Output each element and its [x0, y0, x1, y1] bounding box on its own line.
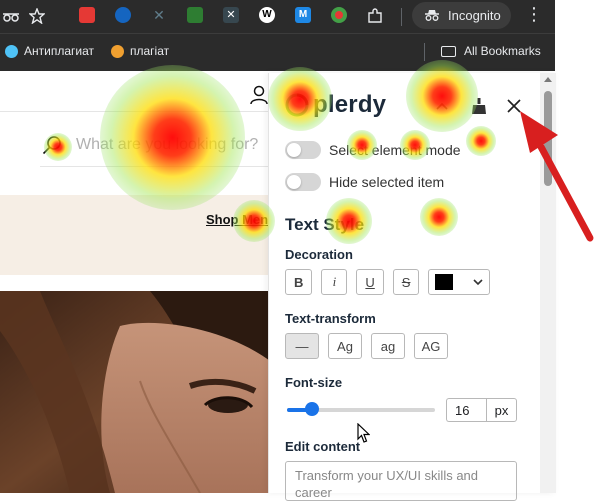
folder-icon — [441, 45, 456, 57]
user-account-icon[interactable] — [250, 85, 268, 105]
bookmark-antiplagiat[interactable]: Антиплагиат — [5, 44, 94, 58]
bookmark-star-icon[interactable] — [26, 5, 48, 27]
underline-button[interactable]: U — [356, 269, 384, 295]
font-size-input[interactable]: 16 — [446, 398, 486, 422]
mouse-cursor-icon — [357, 423, 370, 443]
extension-x2-icon[interactable]: ✕ — [223, 7, 239, 23]
extensions-puzzle-icon[interactable] — [364, 5, 386, 27]
italic-button[interactable]: i — [321, 269, 348, 295]
scroll-up-icon[interactable] — [544, 77, 552, 82]
hide-selected-item-toggle[interactable]: Hide selected item — [285, 173, 444, 191]
search-icon — [42, 136, 61, 155]
all-bookmarks-label: All Bookmarks — [464, 44, 541, 58]
plerdy-logo-text: plerdy — [313, 91, 387, 118]
text-transform-buttons: — Ag ag AG — [285, 333, 457, 359]
extension-calendar-icon[interactable] — [79, 7, 95, 23]
bookmark-label: плагіат — [130, 44, 170, 58]
transform-none-button[interactable]: — — [285, 333, 319, 359]
header-divider — [0, 111, 270, 112]
site-search[interactable]: What are you looking for? — [40, 129, 270, 169]
red-annotation-arrow — [520, 111, 594, 242]
extension-m-icon[interactable]: M — [295, 7, 311, 23]
browser-toolbar: ✕ ✕ W M Incognito ⋮ — [0, 0, 555, 33]
extension-record-icon[interactable] — [331, 7, 347, 23]
transform-capitalize-button[interactable]: Ag — [328, 333, 362, 359]
toggle-switch[interactable] — [285, 173, 321, 191]
bookmarks-bar: Антиплагиат плагіат All Bookmarks — [0, 33, 555, 71]
strikethrough-button[interactable]: S — [392, 269, 420, 295]
extension-globe-icon[interactable] — [115, 7, 131, 23]
bookmarks-divider — [424, 43, 425, 61]
select-element-mode-toggle[interactable]: Select element mode — [285, 141, 461, 159]
text-transform-label: Text-transform — [285, 311, 376, 326]
text-style-heading: Text Style — [285, 215, 365, 234]
edit-content-label: Edit content — [285, 439, 361, 454]
incognito-indicator[interactable]: Incognito — [412, 2, 511, 29]
bookmark-favicon-icon — [111, 44, 124, 58]
decoration-label: Decoration — [285, 247, 353, 262]
transform-uppercase-button[interactable]: AG — [414, 333, 448, 359]
bookmark-plagiat[interactable]: плагіат — [111, 44, 169, 58]
bookmark-favicon-icon — [5, 44, 18, 58]
incognito-icon — [424, 8, 440, 24]
toolbar-divider — [401, 8, 402, 26]
toggle-label: Select element mode — [329, 142, 461, 158]
toggle-switch[interactable] — [285, 141, 321, 159]
hero-image — [0, 291, 270, 493]
shop-men-link[interactable]: Shop Men — [206, 212, 268, 227]
search-placeholder: What are you looking for? — [76, 136, 259, 153]
plerdy-logo: plerdy — [285, 91, 386, 119]
plerdy-logo-icon — [285, 93, 309, 117]
toggle-label: Hide selected item — [329, 174, 445, 190]
browser-menu-icon[interactable]: ⋮ — [524, 4, 544, 25]
incognito-eye-icon[interactable] — [0, 5, 22, 27]
edit-content-textarea[interactable]: Transform your UX/UI skills and career — [285, 461, 517, 501]
broom-clear-icon[interactable] — [468, 95, 490, 117]
promo-banner: Shop Men — [0, 195, 270, 275]
font-size-slider[interactable] — [287, 402, 435, 416]
incognito-label: Incognito — [448, 8, 501, 23]
slider-knob[interactable] — [305, 402, 320, 416]
extension-green-icon[interactable] — [187, 7, 203, 23]
collapse-chevron-icon[interactable] — [431, 95, 453, 117]
decoration-buttons: B i U S — [285, 269, 499, 295]
bold-button[interactable]: B — [285, 269, 313, 295]
all-bookmarks-button[interactable]: All Bookmarks — [441, 44, 541, 58]
search-underline — [40, 166, 270, 167]
chevron-down-icon — [473, 278, 484, 285]
extension-w-icon[interactable]: W — [259, 7, 275, 23]
font-size-label: Font-size — [285, 375, 343, 390]
color-swatch — [435, 274, 454, 290]
extension-x-icon[interactable]: ✕ — [151, 7, 167, 23]
bookmark-label: Антиплагиат — [24, 44, 94, 58]
transform-lowercase-button[interactable]: ag — [371, 333, 405, 359]
text-color-select[interactable] — [428, 269, 491, 295]
font-size-unit[interactable]: px — [486, 398, 517, 422]
